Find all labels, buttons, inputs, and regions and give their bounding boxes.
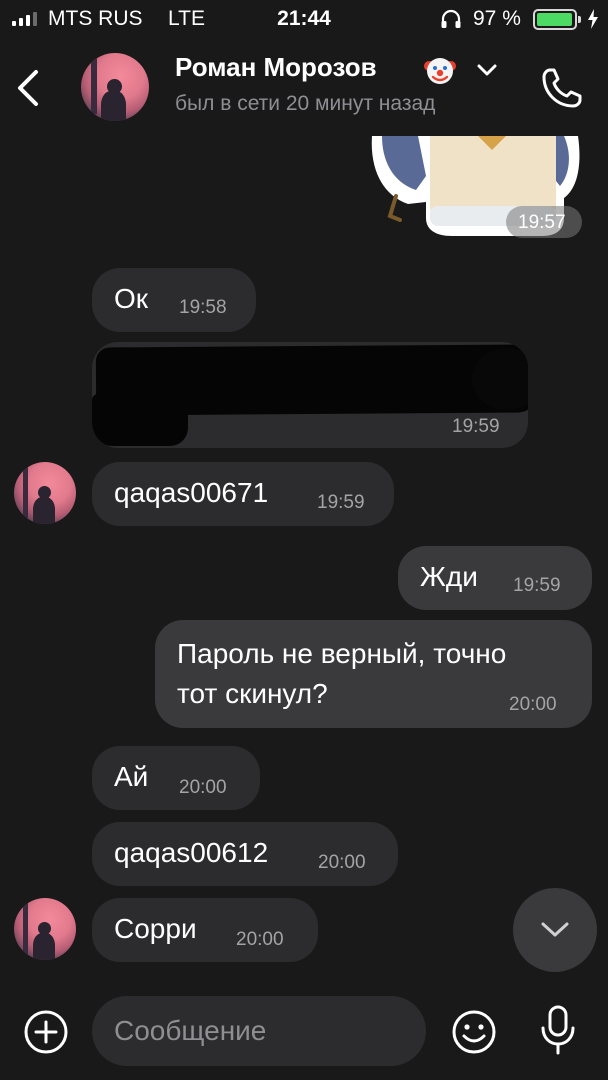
sender-avatar[interactable] [14,898,76,960]
plus-circle-icon[interactable] [22,1008,70,1056]
clown-face-icon [424,58,456,84]
message-text-line-2: тот скинул? [177,678,328,709]
incoming-message[interactable]: Ок 19:58 [92,268,256,332]
contact-last-seen: был в сети 20 минут назад [175,92,436,115]
chevron-down-icon[interactable] [475,61,499,79]
message-time: 19:58 [179,297,227,318]
phone-call-icon[interactable] [540,66,584,110]
message-text: Ок [114,283,149,314]
message-text-line-1: Пароль не верный, точно [177,638,507,669]
battery-icon [533,9,581,30]
outgoing-message[interactable]: Пароль не верный, точно тот скинул? 20:0… [155,620,592,728]
message-time: 20:00 [318,852,366,873]
message-text: Сорри [114,913,197,944]
outgoing-message[interactable]: Жди 19:59 [398,546,592,610]
contact-avatar[interactable] [81,53,149,121]
message-text: qaqas00671 [114,477,269,508]
battery-percentage: 97 % [473,7,521,30]
chat-header: Роман Морозов был в сети 20 минут назад [0,40,608,136]
scroll-to-bottom-button[interactable] [513,888,597,972]
smile-icon[interactable] [450,1008,498,1056]
status-bar: MTS RUS LTE 21:44 97 % [0,0,608,40]
redaction-scribble [92,394,188,446]
redacted-message[interactable]: 19:59 [92,342,528,448]
contact-name[interactable]: Роман Морозов [175,52,377,83]
sender-avatar[interactable] [14,462,76,524]
microphone-icon[interactable] [538,1004,578,1056]
message-text: Ай [114,761,149,792]
incoming-message[interactable]: Ай 20:00 [92,746,260,810]
headphones-icon [441,9,461,28]
message-time: 20:00 [179,777,227,798]
message-time: 20:00 [236,929,284,950]
incoming-message[interactable]: qaqas00671 19:59 [92,462,394,526]
back-chevron-icon[interactable] [12,66,46,110]
message-text: Жди [420,561,478,592]
message-field[interactable] [92,996,426,1066]
message-time: 19:59 [513,575,561,596]
chat-screen: MTS RUS LTE 21:44 97 % Роман Морозов был… [0,0,608,1080]
charging-bolt-icon [588,9,598,29]
message-input[interactable] [114,996,404,1066]
message-text: qaqas00612 [114,837,269,868]
message-input-bar [0,990,608,1080]
message-time: 19:59 [317,492,365,513]
incoming-message[interactable]: qaqas00612 20:00 [92,822,398,886]
message-time: 20:00 [509,694,557,715]
message-time: 19:59 [452,416,500,437]
incoming-message[interactable]: Сорри 20:00 [92,898,318,962]
sticker-timestamp: 19:57 [506,206,582,238]
chevron-down-icon [541,922,569,937]
